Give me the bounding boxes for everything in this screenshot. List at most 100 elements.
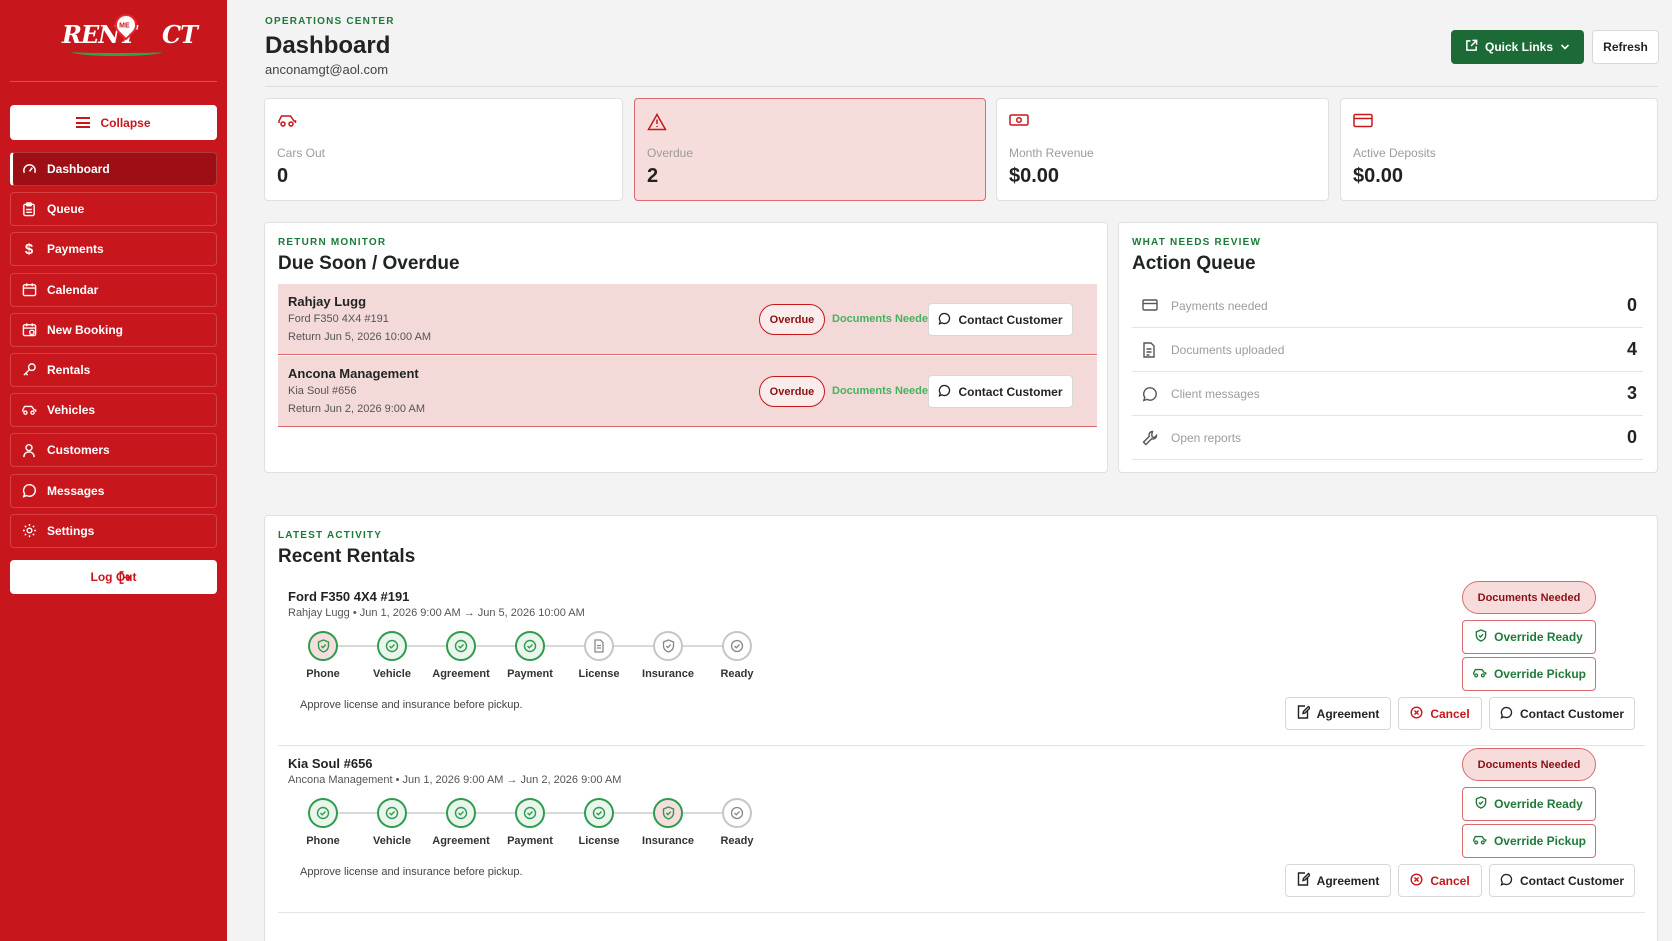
action-queue-row-messages[interactable]: Client messages 3: [1132, 372, 1643, 416]
action-queue-label: Payments needed: [1171, 299, 1268, 313]
sidebar-item-calendar[interactable]: Calendar: [10, 272, 217, 307]
sidebar-item-customers[interactable]: Customers: [10, 433, 217, 468]
header-eyebrow: OPERATIONS CENTER: [265, 16, 395, 27]
override-ready-button[interactable]: Override Ready: [1462, 620, 1596, 654]
cancel-button[interactable]: Cancel: [1398, 864, 1482, 897]
action-queue-label: Open reports: [1171, 431, 1242, 445]
sidebar-item-vehicles[interactable]: Vehicles: [10, 393, 217, 428]
cancel-label: Cancel: [1430, 706, 1470, 721]
stat-value: $0.00: [1353, 165, 1404, 187]
sidebar-item-label: Queue: [47, 202, 85, 217]
action-queue-count: 0: [1626, 427, 1637, 447]
sidebar-item-label: Payments: [47, 242, 104, 257]
step-label: Payment: [507, 835, 553, 847]
override-pickup-button[interactable]: Override Pickup: [1462, 657, 1596, 691]
document-icon: [1142, 342, 1158, 358]
cancel-label: Cancel: [1430, 873, 1470, 888]
sidebar-item-new-booking[interactable]: New Booking: [10, 312, 217, 347]
step-license: License: [564, 629, 634, 680]
stat-value: 0: [277, 165, 289, 187]
chat-icon: [21, 483, 37, 499]
action-queue-count: 0: [1626, 295, 1637, 315]
sidebar: RENT CT ME Collapse Dashboard Queue $ Pay…: [0, 0, 227, 941]
override-pickup-label: Override Pickup: [1493, 667, 1587, 681]
step-label: Ready: [720, 835, 754, 847]
rental-details: Ancona Management • Jun 1, 2026 9:00 AM …: [288, 774, 622, 786]
customer-name: Rahjay Lugg: [288, 294, 367, 309]
action-queue-row-reports[interactable]: Open reports 0: [1132, 416, 1643, 460]
stat-value: 2: [647, 165, 659, 187]
stat-card-active-deposits: Active Deposits $0.00: [1340, 98, 1658, 201]
sidebar-item-label: Rentals: [47, 362, 91, 377]
step-label: Ready: [720, 668, 754, 680]
stat-card-overdue[interactable]: Overdue 2: [634, 98, 986, 201]
step-license: License: [564, 796, 634, 847]
sidebar-item-messages[interactable]: Messages: [10, 473, 217, 508]
rental-progress-steps: Phone Vehicle Agreement Payment License …: [288, 796, 754, 856]
override-ready-button[interactable]: Override Ready: [1462, 787, 1596, 821]
contact-customer-button[interactable]: Contact Customer: [1489, 697, 1635, 730]
vehicle-name: Ford F350 4X4 #191: [288, 313, 389, 325]
calendar-plus-icon: [21, 322, 37, 338]
stat-label: Overdue: [647, 146, 694, 160]
sidebar-item-payments[interactable]: $ Payments: [10, 232, 217, 267]
cancel-button[interactable]: Cancel: [1398, 697, 1482, 730]
action-queue-label: Client messages: [1171, 387, 1260, 401]
chevron-down-icon: [1560, 40, 1570, 54]
contact-customer-button[interactable]: Contact Customer: [928, 303, 1073, 336]
chat-icon: [1500, 706, 1513, 722]
documents-needed-label: Documents Needed: [832, 385, 935, 397]
check-circle-icon: [377, 631, 407, 661]
contact-customer-button[interactable]: Contact Customer: [1489, 864, 1635, 897]
quick-links-label: Quick Links: [1484, 40, 1554, 54]
collapse-label: Collapse: [100, 115, 151, 130]
cash-icon: [1009, 113, 1029, 129]
car-icon: [21, 402, 37, 418]
step-ready: Ready: [702, 796, 772, 847]
sidebar-item-rentals[interactable]: Rentals: [10, 352, 217, 387]
rentmect-logo[interactable]: RENT CT ME: [58, 9, 198, 58]
panel-eyebrow: WHAT NEEDS REVIEW: [1132, 237, 1262, 248]
sidebar-item-settings[interactable]: Settings: [10, 513, 217, 548]
step-label: Agreement: [432, 668, 490, 680]
contact-label: Contact Customer: [958, 384, 1063, 399]
sidebar-item-label: Vehicles: [47, 403, 96, 418]
gauge-icon: [21, 161, 37, 177]
external-link-icon: [1465, 39, 1478, 55]
action-queue-row-documents[interactable]: Documents uploaded 4: [1132, 328, 1643, 372]
stat-card-cars-out: Cars Out 0: [264, 98, 623, 201]
contact-label: Contact Customer: [1519, 873, 1624, 888]
contact-customer-button[interactable]: Contact Customer: [928, 375, 1073, 408]
dollar-icon: $: [24, 240, 34, 258]
rental-vehicle: Kia Soul #656: [288, 756, 373, 771]
rental-card: Ford F350 4X4 #191 Rahjay Lugg • Jun 1, …: [278, 579, 1645, 746]
step-label: Insurance: [642, 835, 694, 847]
logo-swoosh: [72, 48, 162, 56]
due-row[interactable]: Rahjay Lugg Ford F350 4X4 #191 Return Ju…: [278, 284, 1097, 355]
sidebar-item-queue[interactable]: Queue: [10, 192, 217, 227]
rental-details: Rahjay Lugg • Jun 1, 2026 9:00 AM → Jun …: [288, 607, 585, 619]
sidebar-item-label: Customers: [47, 443, 110, 458]
panel-eyebrow: RETURN MONITOR: [278, 237, 387, 248]
agreement-button[interactable]: Agreement: [1285, 864, 1391, 897]
sidebar-item-dashboard[interactable]: Dashboard: [10, 152, 217, 186]
user-icon: [21, 442, 37, 458]
sidebar-item-label: Calendar: [47, 282, 99, 297]
agreement-button[interactable]: Agreement: [1285, 697, 1391, 730]
overdue-badge: Overdue: [759, 376, 825, 407]
quick-links-button[interactable]: Quick Links: [1451, 30, 1584, 64]
shield-check-icon: [1475, 629, 1487, 645]
step-label: Phone: [306, 835, 340, 847]
collapse-button[interactable]: Collapse: [10, 105, 217, 140]
due-row[interactable]: Ancona Management Kia Soul #656 Return J…: [278, 356, 1097, 427]
panel-title: Action Queue: [1132, 253, 1256, 274]
logout-button[interactable]: Log Out: [10, 560, 217, 594]
step-label: Insurance: [642, 668, 694, 680]
car-icon: [1472, 834, 1487, 848]
documents-needed-badge: Documents Needed: [1462, 581, 1596, 614]
step-insurance: Insurance: [633, 629, 703, 680]
refresh-button[interactable]: Refresh: [1592, 30, 1659, 64]
override-pickup-button[interactable]: Override Pickup: [1462, 824, 1596, 858]
action-queue-count: 4: [1626, 339, 1637, 359]
action-queue-row-payments[interactable]: Payments needed 0: [1132, 284, 1643, 328]
